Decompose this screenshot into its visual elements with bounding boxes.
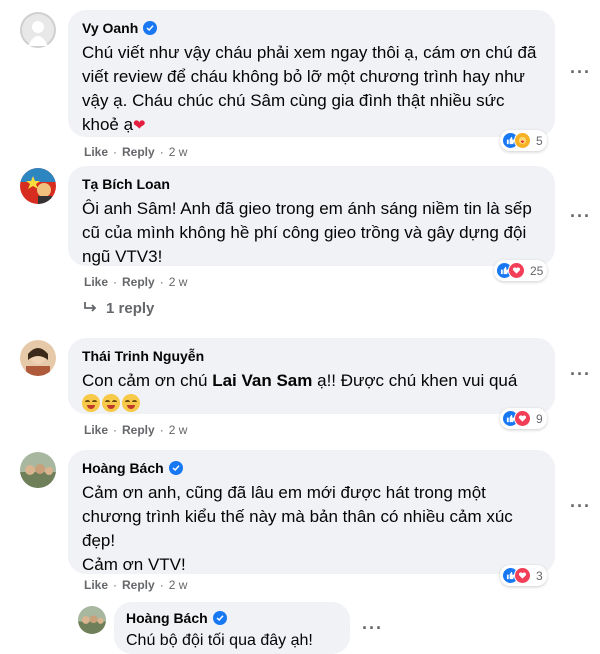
verified-badge-icon [168, 461, 183, 475]
more-options-icon[interactable]: ··· [570, 62, 591, 83]
avatar[interactable] [20, 12, 56, 48]
comment-author[interactable]: Thái Trinh Nguyễn [82, 347, 204, 365]
comment-timestamp[interactable]: 2 w [169, 145, 188, 159]
comment-author[interactable]: Hoàng Bách [82, 459, 164, 477]
reaction-summary[interactable]: 9 [500, 408, 547, 429]
comment-author[interactable]: Tạ Bích Loan [82, 175, 170, 193]
avatar[interactable] [20, 168, 56, 204]
comment-bubble: Hoàng Bách Cảm ơn anh, cũng đã lâu em mớ… [68, 450, 555, 574]
reply-button[interactable]: Reply [122, 578, 155, 592]
view-replies-link[interactable]: 1 reply [84, 300, 154, 317]
comment-timestamp[interactable]: 2 w [169, 275, 188, 289]
reply-button[interactable]: Reply [122, 423, 155, 437]
like-button[interactable]: Like [84, 423, 108, 437]
love-reaction-icon [514, 410, 531, 427]
comment-text-pre: Con cảm ơn chú [82, 371, 213, 390]
reaction-summary[interactable]: 3 [500, 565, 547, 586]
avatar[interactable] [20, 340, 56, 376]
like-button[interactable]: Like [84, 145, 108, 159]
comment-bubble: Tạ Bích Loan Ôi anh Sâm! Anh đã gieo tro… [68, 166, 555, 266]
care-reaction-icon [514, 132, 531, 149]
more-options-icon[interactable]: ··· [570, 496, 591, 517]
laughing-emoji-icon [82, 394, 100, 412]
verified-badge-icon [212, 611, 227, 625]
comment-timestamp[interactable]: 2 w [169, 578, 188, 592]
comment-author[interactable]: Vy Oanh [82, 19, 138, 37]
reaction-count: 5 [536, 133, 543, 148]
avatar[interactable] [78, 606, 106, 634]
more-options-icon[interactable]: ··· [570, 206, 591, 227]
reaction-summary[interactable]: 25 [494, 260, 548, 281]
comment-text-post: ạ!! Được chú khen vui quá [312, 371, 518, 390]
more-options-icon[interactable]: ··· [362, 618, 383, 639]
comment-text-line2: Cảm ơn VTV! [82, 555, 186, 574]
avatar[interactable] [20, 452, 56, 488]
reply-button[interactable]: Reply [122, 145, 155, 159]
comment-bubble: Vy Oanh Chú viết như vậy cháu phải xem n… [68, 10, 555, 137]
reaction-summary[interactable]: 5 [500, 130, 547, 151]
reply-author[interactable]: Hoàng Bách [126, 609, 208, 627]
comment-bubble: Thái Trinh Nguyễn Con cảm ơn chú Lai Van… [68, 338, 555, 414]
comment-timestamp[interactable]: 2 w [169, 423, 188, 437]
like-button[interactable]: Like [84, 275, 108, 289]
reply-text: Chú bộ đội tối qua đây ạh! [126, 632, 313, 649]
love-reaction-icon [514, 567, 531, 584]
reaction-count: 9 [536, 411, 543, 426]
laughing-emoji-icon [102, 394, 120, 412]
mention-link[interactable]: Lai Van Sam [212, 371, 312, 390]
more-options-icon[interactable]: ··· [570, 364, 591, 385]
replies-count: 1 reply [106, 300, 155, 317]
heart-emoji-icon: ❤ [133, 117, 146, 134]
reply-bubble: Hoàng Bách Chú bộ đội tối qua đây ạh! [114, 602, 350, 654]
comment-text: Cảm ơn anh, cũng đã lâu em mới được hát … [82, 483, 513, 550]
laughing-emoji-icon [122, 394, 140, 412]
love-reaction-icon [508, 262, 525, 279]
verified-badge-icon [143, 21, 158, 35]
reply-button[interactable]: Reply [122, 275, 155, 289]
reply-arrow-icon [84, 300, 98, 317]
comment-text: Ôi anh Sâm! Anh đã gieo trong em ánh sán… [82, 199, 532, 266]
like-button[interactable]: Like [84, 578, 108, 592]
reaction-count: 3 [536, 568, 543, 583]
comment-text: Chú viết như vậy cháu phải xem ngay thôi… [82, 43, 537, 134]
reaction-count: 25 [530, 263, 544, 278]
